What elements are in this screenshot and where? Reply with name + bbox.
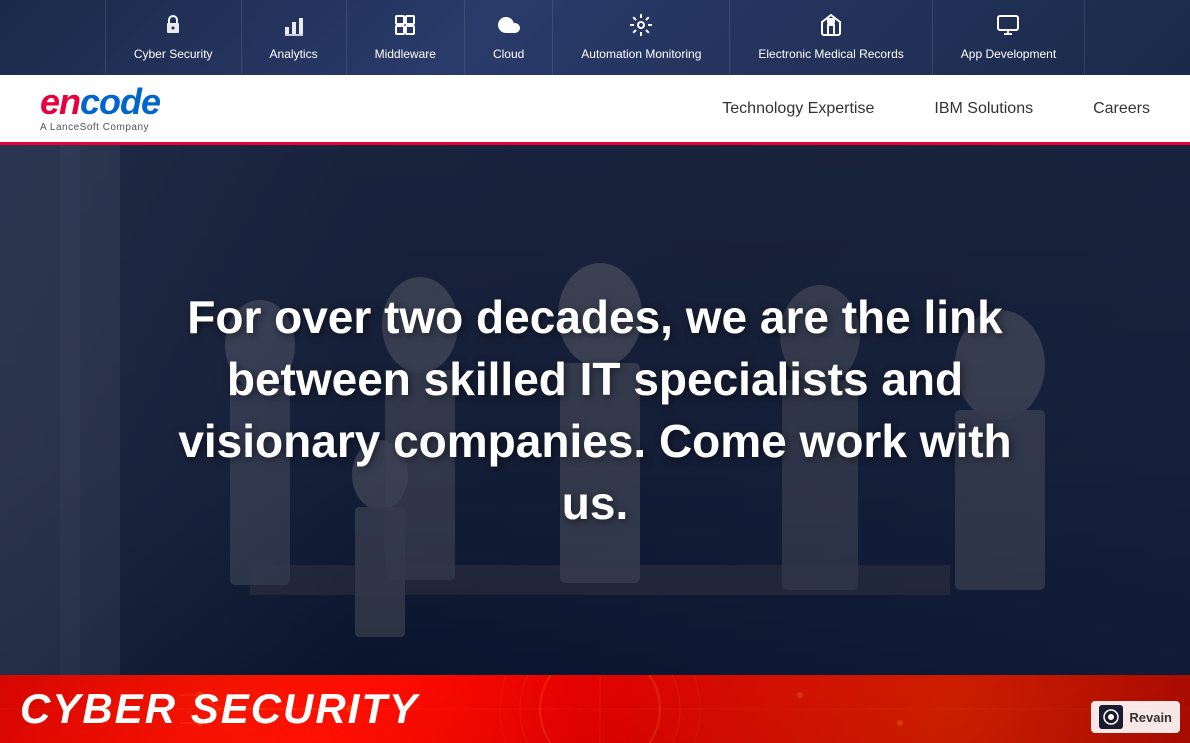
revain-label: Revain bbox=[1129, 710, 1172, 725]
app-development-label: App Development bbox=[961, 47, 1056, 61]
cyber-security-label: Cyber Security bbox=[134, 47, 213, 61]
top-nav-item-cloud[interactable]: Cloud bbox=[465, 0, 553, 75]
hero-content: For over two decades, we are the link be… bbox=[0, 145, 1190, 675]
middleware-label: Middleware bbox=[375, 47, 436, 61]
cyber-security-icon bbox=[161, 13, 185, 41]
top-nav-item-app-development[interactable]: App Development bbox=[933, 0, 1085, 75]
electronic-medical-records-icon bbox=[819, 13, 843, 41]
top-nav-item-analytics[interactable]: Analytics bbox=[242, 0, 347, 75]
cyber-bar-text: Cyber Security bbox=[20, 685, 419, 733]
top-nav-item-automation-monitoring[interactable]: Automation Monitoring bbox=[553, 0, 730, 75]
cloud-icon bbox=[497, 13, 521, 41]
automation-monitoring-label: Automation Monitoring bbox=[581, 47, 701, 61]
revain-icon bbox=[1099, 705, 1123, 729]
app-development-icon bbox=[996, 13, 1020, 41]
logo-subtitle: A LanceSoft Company bbox=[40, 122, 160, 133]
nav-link-technology-expertise[interactable]: Technology Expertise bbox=[722, 100, 874, 118]
top-nav-item-electronic-medical-records[interactable]: Electronic Medical Records bbox=[730, 0, 932, 75]
main-header: encode A LanceSoft Company Technology Ex… bbox=[0, 75, 1190, 145]
cyber-bar: Cyber Security bbox=[0, 675, 1190, 743]
hero-headline: For over two decades, we are the link be… bbox=[145, 286, 1045, 534]
automation-monitoring-icon bbox=[629, 13, 653, 41]
top-navigation: Cyber Security Analytics Middleware Cloud Au… bbox=[0, 0, 1190, 75]
nav-link-ibm-solutions[interactable]: IBM Solutions bbox=[934, 100, 1033, 118]
middleware-icon bbox=[393, 13, 417, 41]
cloud-label: Cloud bbox=[493, 47, 524, 61]
top-nav-item-middleware[interactable]: Middleware bbox=[347, 0, 465, 75]
analytics-label: Analytics bbox=[270, 47, 318, 61]
nav-link-careers[interactable]: Careers bbox=[1093, 100, 1150, 118]
logo-text: encode bbox=[40, 84, 160, 120]
hero-section: For over two decades, we are the link be… bbox=[0, 145, 1190, 675]
top-nav-item-cyber-security[interactable]: Cyber Security bbox=[105, 0, 242, 75]
electronic-medical-records-label: Electronic Medical Records bbox=[758, 47, 903, 61]
main-nav-links: Technology Expertise IBM Solutions Careers bbox=[722, 100, 1150, 118]
revain-badge[interactable]: Revain bbox=[1091, 701, 1180, 733]
analytics-icon bbox=[282, 13, 306, 41]
logo[interactable]: encode A LanceSoft Company bbox=[40, 84, 160, 133]
